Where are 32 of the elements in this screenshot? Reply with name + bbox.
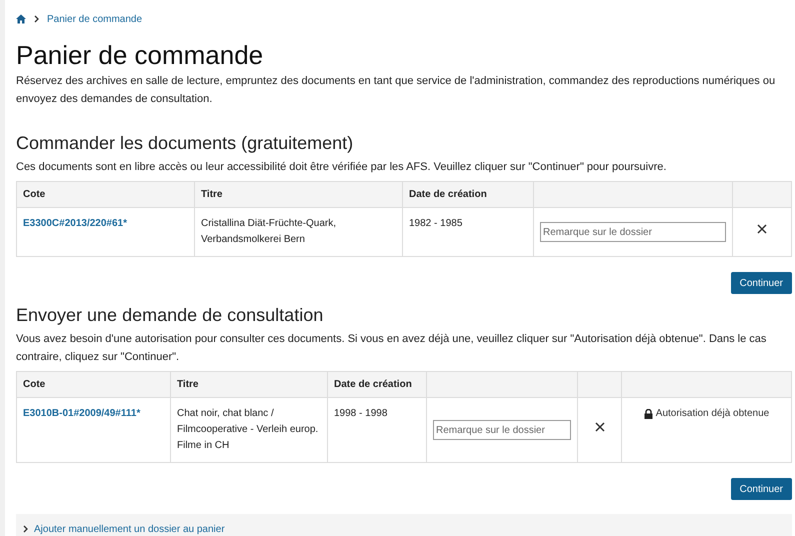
table-cell: 1998 - 1998 xyxy=(334,408,388,419)
column-header: Date de création xyxy=(409,189,487,200)
column-header: Date de création xyxy=(334,379,412,390)
page-title: Panier de commande xyxy=(16,40,264,70)
add-record-panel[interactable]: Ajouter manuellement un dossier au panier xyxy=(16,514,792,536)
close-icon[interactable] xyxy=(594,422,604,432)
table-cell: Cristallina Diät-Früchte-Quark, Verbandsmolkerei Bern xyxy=(201,218,336,245)
column-header: Titre xyxy=(201,189,222,200)
continue-button[interactable]: Continuer xyxy=(730,272,792,294)
section-heading: Envoyer une demande de consultation xyxy=(16,304,324,326)
section-heading: Commander les documents (gratuitement) xyxy=(16,132,354,154)
section-intro: Ces documents sont en libre accès ou leur accessibilité doit être vérifiée par les AFS. Veuillez cliquer sur "Continuer" pour poursuivre. xyxy=(16,160,668,175)
breadcrumb-link[interactable]: Panier de commande xyxy=(47,12,142,26)
column-header: Cote xyxy=(23,379,46,390)
continue-button[interactable]: Continuer xyxy=(730,478,792,500)
remark-field[interactable]: Remarque sur le dossier xyxy=(540,222,726,242)
table-cell: Chat noir, chat blanc / Filmcooperative - Verleih europ. Filme in CH xyxy=(177,408,318,451)
home-icon[interactable] xyxy=(16,14,26,24)
section-intro: Vous avez besoin d'une autorisation pour consulter ces documents. Si vous en avez déjà une, veuillez cliquer sur "Autorisation déjà obtenue". Dans le cas contraire, cliquez sur "Continuer". xyxy=(16,332,768,365)
record-link[interactable]: E3300C#2013/220#61* xyxy=(23,218,127,229)
column-header: Cote xyxy=(23,189,46,200)
lock-icon xyxy=(644,409,653,419)
chevron-icon xyxy=(34,15,39,23)
column-header: Titre xyxy=(177,379,198,390)
close-icon[interactable] xyxy=(757,224,767,234)
authorization-button[interactable]: Autorisation déjà obtenue xyxy=(644,406,770,422)
page-intro: Réservez des archives en salle de lecture, empruntez des documents en tant que service de l'administration, commandez des reproductions numériques ou envoyez des demandes de consultation. xyxy=(16,74,776,107)
table-cell: 1982 - 1985 xyxy=(409,218,462,229)
remark-field[interactable]: Remarque sur le dossier xyxy=(433,420,571,440)
chevron-icon xyxy=(23,525,28,533)
add-record-link[interactable]: Ajouter manuellement un dossier au panier xyxy=(34,522,225,536)
record-link[interactable]: E3010B-01#2009/49#111* xyxy=(23,408,140,419)
